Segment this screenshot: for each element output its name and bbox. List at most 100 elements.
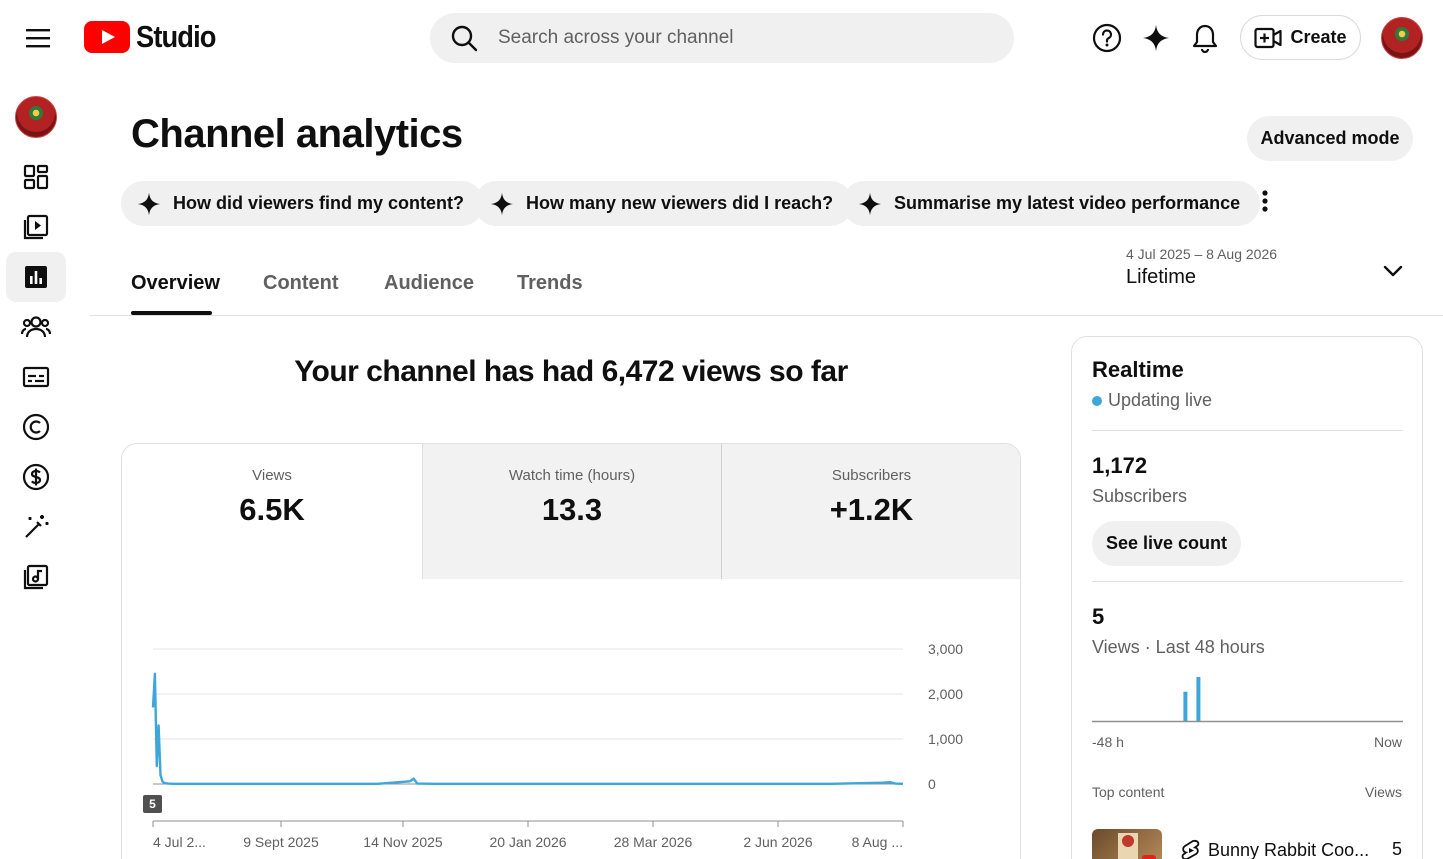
- dashboard-icon: [23, 164, 49, 190]
- sparkle-icon: [858, 192, 882, 215]
- date-range-text[interactable]: 4 Jul 2025 – 8 Aug 2026: [1126, 246, 1277, 262]
- realtime-axis-end: Now: [1373, 734, 1402, 750]
- sidebar-item-audio-library[interactable]: [6, 552, 66, 602]
- x-tick-label: 9 Sept 2025: [243, 834, 319, 850]
- video-marker-count: 5: [149, 797, 156, 811]
- views-headline: Your channel has had 6,472 views so far: [294, 355, 848, 388]
- live-dot-icon: [1092, 395, 1102, 406]
- x-tick-label: 28 Mar 2026: [614, 834, 693, 850]
- more-vertical-icon[interactable]: [1250, 186, 1280, 216]
- create-label: Create: [1290, 27, 1347, 47]
- metric-tab-subscribers[interactable]: Subscribers +1.2K: [721, 444, 1020, 579]
- y-tick-label: 3,000: [928, 641, 963, 657]
- realtime-bar[interactable]: [1196, 677, 1201, 721]
- suggestion-chip-summarise[interactable]: Summarise my latest video performance: [842, 181, 1261, 226]
- sidebar-item-copyright[interactable]: [6, 402, 66, 452]
- youtube-play-icon: [84, 21, 130, 53]
- sidebar-item-subtitles[interactable]: [6, 352, 66, 402]
- video-published-marker[interactable]: 5: [143, 795, 162, 813]
- account-avatar[interactable]: [1381, 17, 1423, 59]
- date-period-select[interactable]: Lifetime: [1126, 266, 1196, 289]
- sparkle-icon: [490, 192, 514, 215]
- chevron-down-icon[interactable]: [1380, 258, 1406, 284]
- search-input[interactable]: [498, 27, 978, 49]
- divider: [1092, 581, 1403, 582]
- sidebar-item-dashboard[interactable]: [6, 152, 66, 202]
- top-bar: Studio Create: [0, 0, 1443, 76]
- suggestion-chip-label: Summarise my latest video performance: [894, 193, 1241, 213]
- metric-label: Watch time (hours): [508, 467, 636, 484]
- video-add-icon: [1254, 27, 1283, 48]
- people-icon: [21, 316, 51, 338]
- audio-library-icon: [23, 564, 49, 590]
- sidebar-item-analytics[interactable]: [6, 252, 66, 302]
- logo-text: Studio: [136, 19, 216, 54]
- metric-tab-watch-time[interactable]: Watch time (hours) 13.3: [422, 444, 721, 579]
- top-content-title: Bunny Rabbit Coo...: [1208, 839, 1370, 859]
- subtitles-icon: [22, 366, 50, 388]
- realtime-subscribers-value: 1,172: [1092, 453, 1148, 478]
- x-tick-label: 2 Jun 2026: [743, 834, 812, 850]
- content-library-icon: [23, 214, 49, 240]
- tab-content[interactable]: Content: [263, 272, 339, 295]
- top-content-header: Top content: [1092, 784, 1165, 800]
- top-content-item[interactable]: Bunny Rabbit Coo...: [1180, 839, 1369, 859]
- divider: [1092, 430, 1403, 431]
- sidebar-item-customization[interactable]: [6, 502, 66, 552]
- x-tick-label: 20 Jan 2026: [489, 834, 566, 850]
- realtime-bar-chart: [1092, 677, 1403, 723]
- shorts-icon: [1181, 839, 1200, 859]
- realtime-views-value: 5: [1092, 604, 1105, 629]
- realtime-views-label: Views · Last 48 hours: [1092, 637, 1265, 657]
- copyright-icon: [22, 413, 50, 441]
- search-icon[interactable]: [450, 24, 482, 52]
- tab-audience[interactable]: Audience: [384, 272, 474, 295]
- realtime-card: Realtime Updating live 1,172 Subscribers…: [1071, 336, 1423, 859]
- analytics-icon: [25, 266, 47, 288]
- sidebar-item-community[interactable]: [6, 302, 66, 352]
- sparkle-ai-icon[interactable]: [1136, 18, 1176, 58]
- create-button[interactable]: Create: [1240, 15, 1361, 60]
- page-title: Channel analytics: [131, 112, 463, 156]
- metric-tab-views[interactable]: Views 6.5K: [122, 444, 422, 579]
- views-series-line[interactable]: [151, 672, 904, 786]
- realtime-bar[interactable]: [1183, 691, 1188, 721]
- metric-label: Views: [252, 467, 292, 484]
- realtime-status: Updating live: [1092, 390, 1212, 411]
- metric-value: 13.3: [541, 492, 603, 527]
- y-tick-label: 2,000: [928, 686, 963, 702]
- views-line-chart: 3,000 2,000 1,000 0 4 Jul 2... 9 Sept 2025 14 …: [143, 641, 963, 850]
- suggestion-chip-find-content[interactable]: How did viewers find my content?: [121, 181, 485, 226]
- tab-overview[interactable]: Overview: [131, 272, 220, 295]
- realtime-subscribers-label: Subscribers: [1092, 486, 1188, 506]
- see-live-count-button[interactable]: See live count: [1092, 521, 1241, 566]
- y-tick-label: 1,000: [928, 731, 963, 747]
- magic-wand-icon: [25, 515, 49, 538]
- x-tick-label: 14 Nov 2025: [363, 834, 443, 850]
- menu-icon[interactable]: [18, 20, 58, 56]
- metric-value: 6.5K: [239, 492, 305, 527]
- metric-value: +1.2K: [829, 492, 914, 527]
- dollar-icon: [22, 463, 50, 491]
- realtime-status-text: Updating live: [1108, 390, 1213, 410]
- studio-logo[interactable]: Studio: [84, 19, 226, 55]
- notifications-bell-icon[interactable]: [1185, 18, 1225, 58]
- sidebar-item-content[interactable]: [6, 202, 66, 252]
- x-tick-label: 8 Aug ...: [852, 834, 903, 850]
- sidebar-item-earn[interactable]: [6, 452, 66, 502]
- help-icon[interactable]: [1087, 18, 1127, 58]
- suggestion-chip-label: How many new viewers did I reach?: [526, 193, 834, 213]
- suggestion-chip-new-viewers[interactable]: How many new viewers did I reach?: [474, 181, 854, 226]
- search-bar[interactable]: [430, 13, 1014, 63]
- video-thumbnail[interactable]: [1092, 829, 1162, 859]
- tabs-divider: [90, 315, 1443, 316]
- advanced-mode-button[interactable]: Advanced mode: [1247, 116, 1413, 161]
- top-content-views: 5: [1392, 839, 1403, 859]
- overview-card: Views 6.5K Watch time (hours) 13.3 Subsc…: [121, 443, 1021, 859]
- suggestion-chip-label: How did viewers find my content?: [173, 193, 465, 213]
- tab-trends[interactable]: Trends: [517, 272, 583, 295]
- x-tick-label: 4 Jul 2...: [153, 834, 206, 850]
- realtime-title: Realtime: [1092, 357, 1184, 382]
- metric-label: Subscribers: [831, 467, 912, 484]
- channel-avatar[interactable]: [15, 96, 57, 138]
